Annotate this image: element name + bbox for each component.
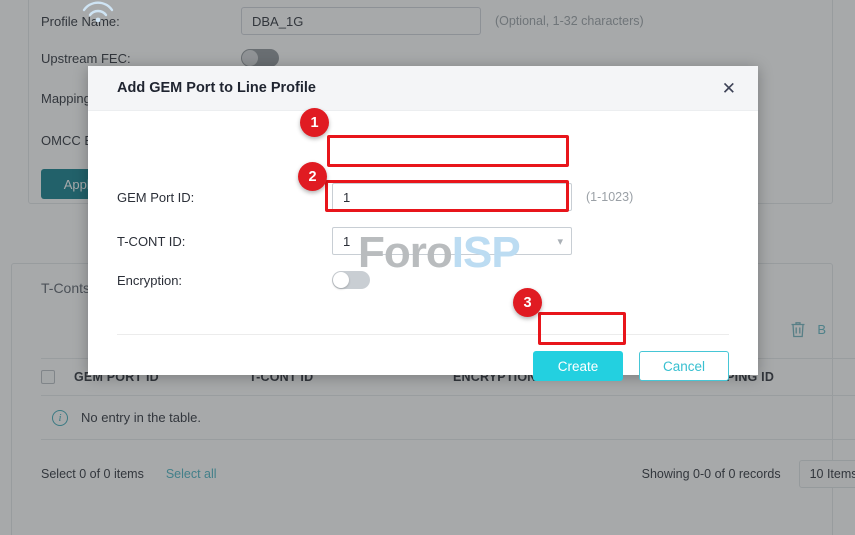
dialog-title: Add GEM Port to Line Profile — [117, 80, 316, 96]
dialog-header: Add GEM Port to Line Profile ✕ — [88, 66, 758, 111]
t-cont-id-label: T-CONT ID: — [117, 234, 332, 249]
gem-port-id-hint: (1-1023) — [586, 190, 633, 204]
add-gem-port-dialog: Add GEM Port to Line Profile ✕ GEM Port … — [88, 66, 758, 375]
chevron-down-icon: ▾ — [557, 235, 563, 248]
dialog-divider — [117, 334, 729, 335]
annotation-badge-2: 2 — [298, 162, 327, 191]
close-icon[interactable]: ✕ — [722, 80, 736, 97]
t-cont-id-row: T-CONT ID: 1 ▾ — [117, 227, 572, 255]
annotation-badge-3: 3 — [513, 288, 542, 317]
encryption-row: Encryption: — [117, 271, 370, 289]
wifi-icon — [78, 0, 118, 22]
cancel-button[interactable]: Cancel — [639, 351, 729, 381]
dialog-actions: Create Cancel — [533, 351, 729, 381]
create-button[interactable]: Create — [533, 351, 623, 381]
dialog-body: GEM Port ID: 1 (1-1023) T-CONT ID: 1 ▾ E… — [88, 111, 758, 375]
t-cont-id-value: 1 — [343, 234, 350, 249]
gem-port-id-input[interactable]: 1 — [332, 183, 572, 211]
toggle-knob — [333, 272, 349, 288]
encryption-label: Encryption: — [117, 273, 332, 288]
annotation-badge-1: 1 — [300, 108, 329, 137]
t-cont-id-select[interactable]: 1 ▾ — [332, 227, 572, 255]
gem-port-id-label: GEM Port ID: — [117, 190, 332, 205]
gem-port-id-row: GEM Port ID: 1 (1-1023) — [117, 183, 633, 211]
encryption-toggle[interactable] — [332, 271, 370, 289]
app-root: Profile Name: DBA_1G (Optional, 1-32 cha… — [0, 0, 855, 535]
